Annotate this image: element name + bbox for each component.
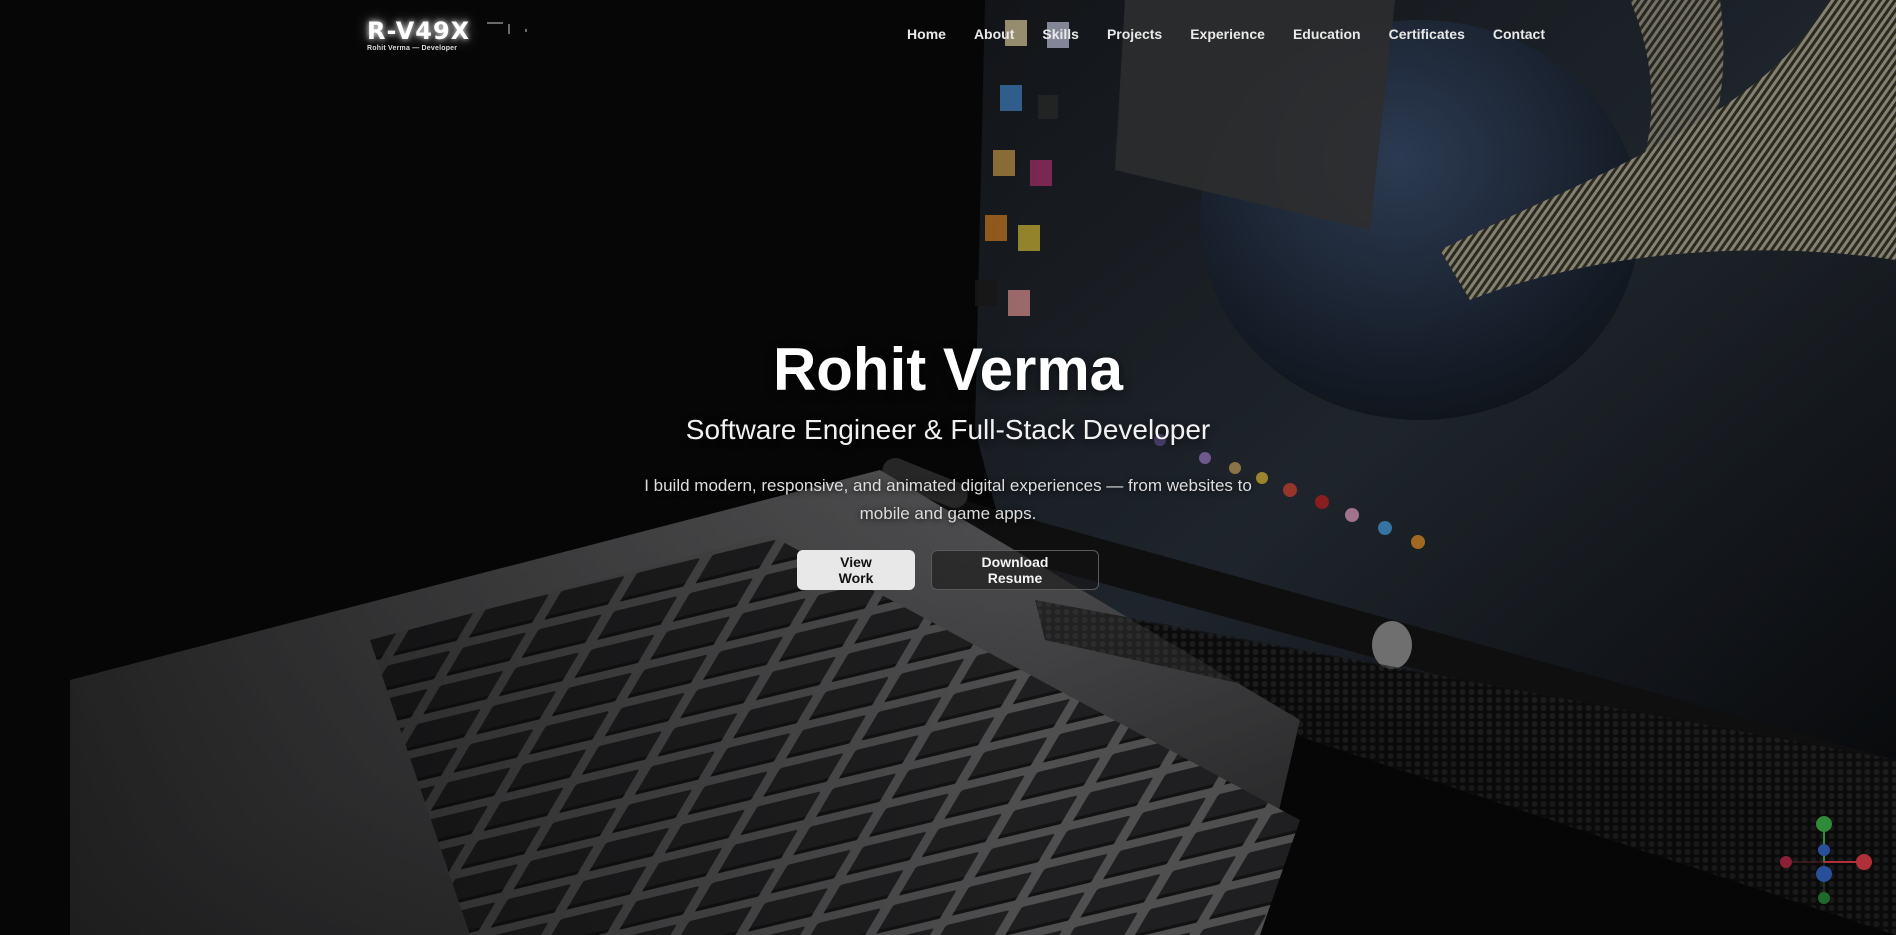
hero-subtitle: Software Engineer & Full-Stack Developer — [685, 414, 1211, 445]
hero-title: Rohit Verma — [772, 336, 1124, 403]
portfolio-page: R-V49X Rohit Verma — Developer Home Abou… — [0, 0, 1896, 935]
logo-tagline: Rohit Verma — Developer — [367, 45, 458, 52]
top-nav: R-V49X Rohit Verma — Developer Home Abou… — [0, 0, 1896, 72]
hero-description: I build modern, responsive, and animated… — [644, 476, 1252, 523]
hero-actions: View Work Download Resume — [0, 550, 1896, 590]
view-work-button[interactable]: View Work — [797, 550, 915, 590]
logo-glitch-decoration — [487, 22, 527, 34]
hero-section: Rohit Verma Software Engineer & Full-Sta… — [0, 330, 1896, 590]
nav-skills[interactable]: Skills — [1042, 26, 1079, 42]
nav-certificates[interactable]: Certificates — [1389, 26, 1465, 42]
nav-about[interactable]: About — [974, 26, 1014, 42]
nav-links: Home About Skills Projects Experience Ed… — [907, 26, 1545, 42]
nav-experience[interactable]: Experience — [1190, 26, 1265, 42]
download-resume-button[interactable]: Download Resume — [931, 550, 1099, 590]
nav-projects[interactable]: Projects — [1107, 26, 1162, 42]
nav-home[interactable]: Home — [907, 26, 946, 42]
nav-education[interactable]: Education — [1293, 26, 1361, 42]
logo-mark: R-V49X — [367, 17, 471, 45]
logo[interactable]: R-V49X Rohit Verma — Developer — [367, 18, 470, 52]
axis-gizmo-icon[interactable] — [1776, 812, 1886, 912]
nav-contact[interactable]: Contact — [1493, 26, 1545, 42]
